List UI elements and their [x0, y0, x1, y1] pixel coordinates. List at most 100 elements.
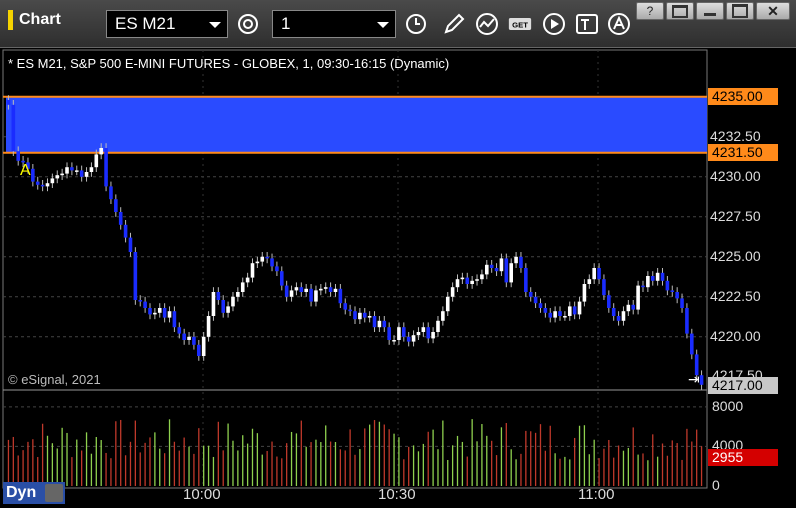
price-tick-label: 4227.50	[710, 207, 761, 224]
candle-body	[353, 311, 357, 320]
candle-body	[450, 287, 455, 297]
candle-body	[153, 312, 157, 315]
range-top-price-tag: 4235.00	[708, 87, 778, 105]
time-tick-label: 10:00	[183, 486, 221, 503]
candle-body	[475, 279, 479, 281]
candle-body	[279, 271, 284, 286]
candle-body	[182, 333, 186, 340]
candle-body	[377, 320, 382, 328]
text-tool-button[interactable]	[572, 10, 602, 38]
candle-body	[162, 308, 167, 318]
price-tick-label: 4232.50	[710, 127, 761, 144]
candle-body	[123, 224, 128, 238]
candle-body	[206, 316, 211, 337]
candle-body	[641, 285, 645, 288]
candle-body	[646, 276, 650, 288]
lock-icon[interactable]	[45, 484, 63, 502]
get-button[interactable]: GET	[505, 10, 535, 38]
chart-header: * ES M21, S&P 500 E-MINI FUTURES - GLOBE…	[8, 56, 450, 71]
candle-body	[592, 268, 596, 280]
restore-button[interactable]	[666, 2, 694, 20]
chevron-down-icon[interactable]	[209, 22, 221, 28]
candle-body	[187, 336, 191, 340]
get-icon: GET	[508, 18, 532, 30]
indicator-button[interactable]	[472, 10, 502, 38]
dynamic-mode-button[interactable]: Dyn	[3, 482, 65, 504]
last-volume-tag: 2955	[708, 448, 778, 466]
candle-body	[611, 308, 616, 316]
candle-body	[533, 296, 538, 304]
candle-body	[143, 301, 147, 308]
candle-body	[563, 316, 567, 318]
highlighted-range-band[interactable]	[6, 96, 707, 153]
candle-body	[309, 288, 313, 302]
interval-combobox[interactable]: 1	[272, 10, 396, 38]
maximize-button[interactable]	[726, 2, 754, 20]
draw-tool-button[interactable]	[439, 10, 469, 38]
candle-body	[255, 261, 260, 264]
play-icon	[543, 13, 565, 35]
symbol-combobox[interactable]: ES M21	[106, 10, 228, 38]
candle-body	[328, 287, 333, 292]
chevron-down-icon[interactable]	[377, 22, 389, 28]
candle-body	[431, 332, 435, 339]
candle-body	[572, 306, 577, 315]
candle-body	[289, 290, 294, 297]
candle-body	[55, 175, 60, 179]
candle-body	[367, 316, 372, 318]
close-button[interactable]: ✕	[756, 2, 790, 20]
text-tool-icon	[576, 14, 598, 34]
candle-body	[416, 332, 421, 336]
symbol-value: ES M21	[115, 14, 176, 33]
candle-body	[128, 237, 133, 252]
chart-marker-a[interactable]: A	[20, 162, 31, 180]
svg-text:GET: GET	[512, 20, 528, 29]
candle-body	[16, 151, 21, 161]
minimize-icon	[704, 12, 716, 16]
indicator-icon	[476, 13, 498, 35]
candle-body	[299, 287, 304, 292]
maximize-icon	[732, 4, 748, 18]
candle-body	[358, 312, 362, 320]
scroll-to-end-icon[interactable]: ⇥	[688, 371, 700, 388]
candle-body	[294, 287, 299, 291]
pencil-icon	[444, 13, 465, 34]
price-tick-label: 4220.00	[710, 327, 761, 344]
yellow-grip-icon[interactable]	[8, 10, 13, 30]
candle-body	[284, 285, 289, 297]
candle-body	[60, 173, 64, 176]
volume-tick-label: 0	[712, 477, 720, 493]
app-title-text: Chart	[19, 11, 61, 28]
candle-body	[392, 340, 396, 342]
time-template-button[interactable]	[401, 10, 431, 38]
close-icon: ✕	[767, 2, 779, 19]
candle-body	[460, 277, 465, 280]
price-chart[interactable]	[0, 48, 796, 508]
candle-body	[670, 290, 675, 292]
candle-body	[250, 263, 255, 278]
candle-body	[45, 183, 50, 187]
candle-body	[480, 274, 484, 280]
replay-button[interactable]	[539, 10, 569, 38]
candle-body	[597, 268, 601, 280]
candle-body	[304, 288, 308, 292]
candle-body	[577, 301, 582, 315]
candle-body	[582, 284, 587, 302]
candle-body	[348, 309, 352, 312]
settings-button[interactable]	[233, 10, 263, 38]
candle-body	[211, 292, 216, 316]
candle-body	[372, 316, 377, 328]
candle-body	[236, 292, 240, 297]
volume-tick-label: 8000	[712, 397, 744, 414]
interval-value: 1	[281, 14, 291, 33]
dynamic-mode-label: Dyn	[6, 484, 37, 501]
minimize-button[interactable]	[696, 2, 724, 20]
toolbar: Chart ES M21 1 GET ? ✕	[0, 0, 796, 48]
candle-body	[519, 256, 523, 268]
alert-button[interactable]	[604, 10, 634, 38]
candle-body	[699, 375, 704, 385]
help-button[interactable]: ?	[636, 2, 664, 20]
candle-body	[319, 288, 323, 291]
candle-body	[426, 327, 431, 339]
candle-body	[567, 306, 572, 316]
